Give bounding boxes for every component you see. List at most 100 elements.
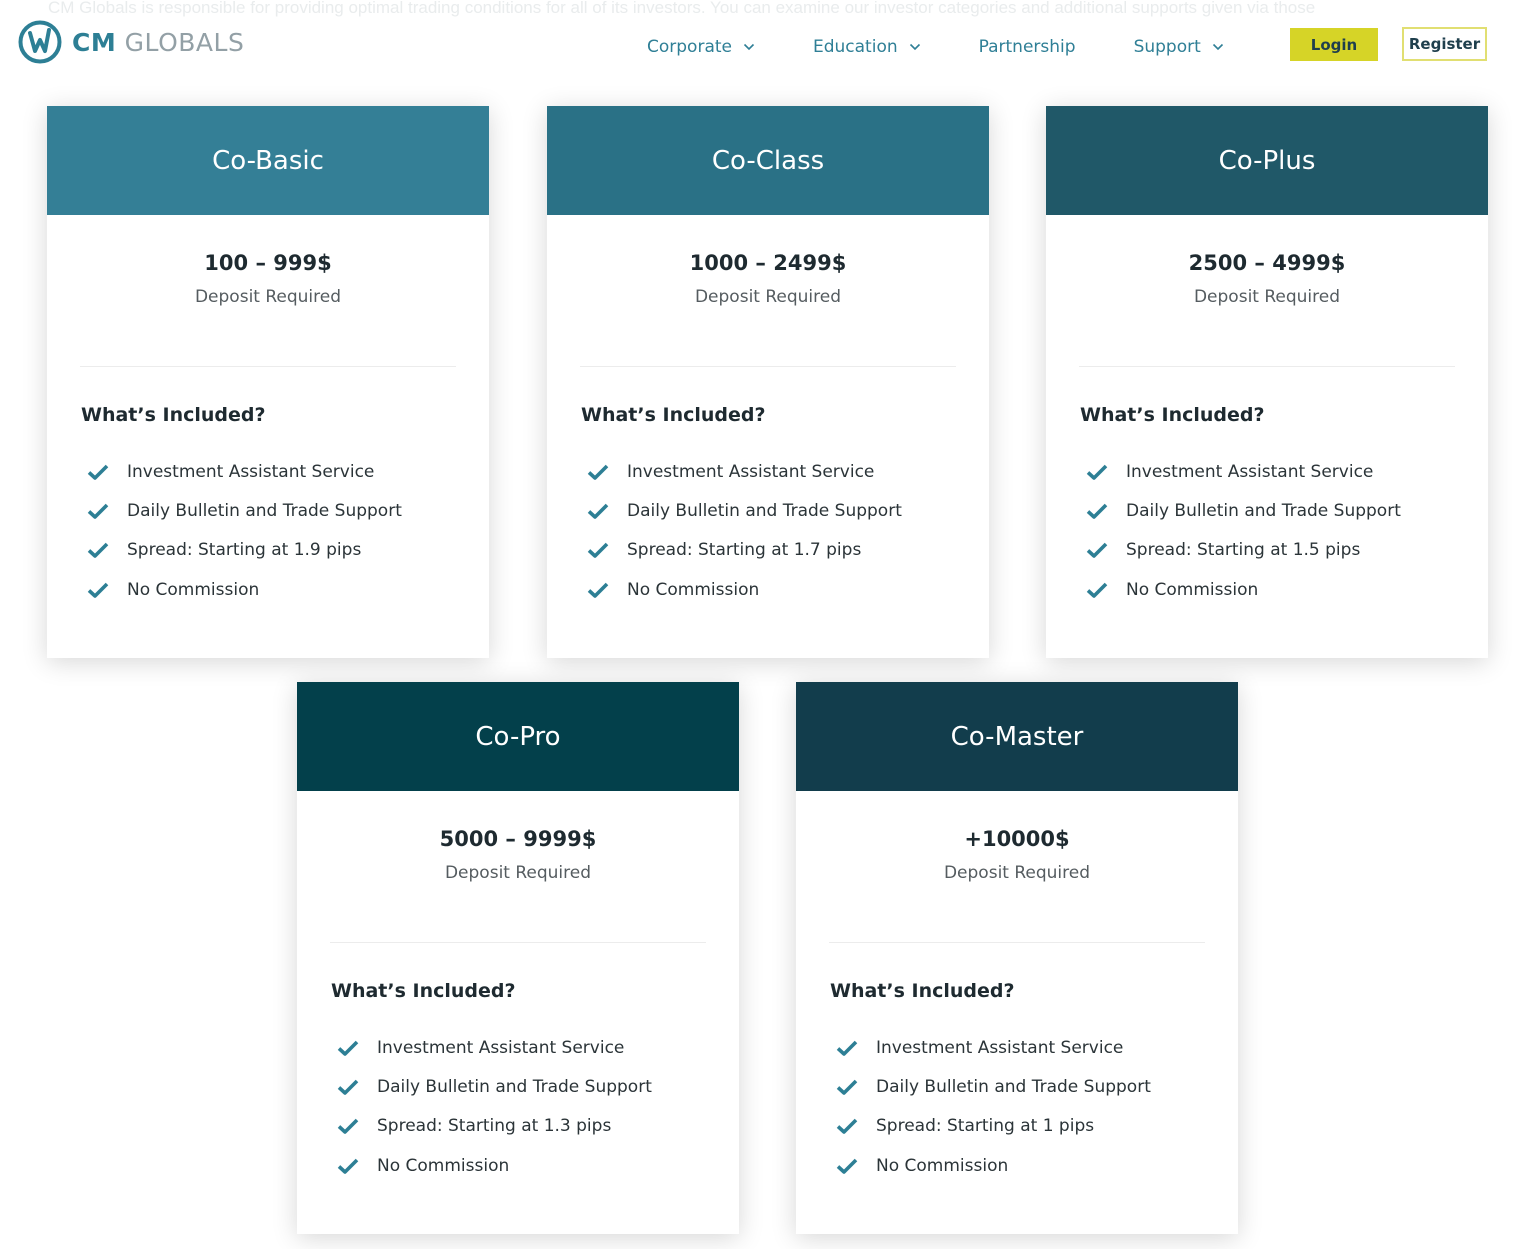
list-item: Spread: Starting at 1.5 pips [1086, 531, 1488, 570]
check-icon [337, 1079, 359, 1095]
list-item: Spread: Starting at 1 pips [836, 1107, 1238, 1146]
feature-text: Investment Assistant Service [876, 1037, 1124, 1058]
included-title: What’s Included? [830, 980, 1015, 1002]
plan-card-co-plus: Co-Plus 2500 – 4999$ Deposit Required Wh… [1046, 106, 1488, 658]
plan-price-label: Deposit Required [943, 863, 1091, 883]
plan-card-header: Co-Basic [47, 106, 489, 215]
check-icon [87, 464, 109, 480]
register-button[interactable]: Register [1402, 27, 1487, 61]
check-icon [87, 582, 109, 598]
list-item: Spread: Starting at 1.3 pips [337, 1107, 739, 1146]
nav-item-support[interactable]: Support [1134, 34, 1224, 60]
included-title: What’s Included? [1080, 404, 1265, 426]
plan-name: Co-Basic [212, 145, 324, 176]
plan-price: 2500 – 4999$ [1188, 251, 1346, 275]
chevron-down-icon [743, 43, 755, 51]
feature-text: Investment Assistant Service [377, 1037, 625, 1058]
check-icon [337, 1040, 359, 1056]
plan-card-co-master: Co-Master +10000$ Deposit Required What’… [796, 682, 1238, 1234]
plan-card-header: Co-Master [796, 682, 1238, 791]
feature-list: Investment Assistant Service Daily Bulle… [87, 452, 489, 609]
nav-item-partnership[interactable]: Partnership [979, 34, 1076, 60]
feature-text: Spread: Starting at 1.7 pips [627, 540, 862, 561]
logo-icon [18, 20, 62, 64]
check-icon [836, 1118, 858, 1135]
feature-list: Investment Assistant Service Daily Bulle… [587, 452, 989, 609]
plan-name: Co-Pro [475, 721, 561, 752]
feature-text: No Commission [627, 579, 760, 600]
site-header: CM GLOBALS Corporate Education Partnersh… [0, 0, 1533, 90]
feature-text: Spread: Starting at 1.3 pips [377, 1116, 612, 1137]
list-item: Investment Assistant Service [587, 452, 989, 491]
check-icon [337, 1118, 359, 1135]
divider [80, 366, 456, 367]
feature-text: Spread: Starting at 1.5 pips [1126, 540, 1361, 561]
feature-text: Spread: Starting at 1.9 pips [127, 540, 362, 561]
check-icon [1086, 582, 1108, 598]
divider [829, 942, 1205, 943]
feature-text: Daily Bulletin and Trade Support [127, 500, 402, 521]
list-item: Investment Assistant Service [836, 1028, 1238, 1067]
check-icon [836, 1040, 858, 1056]
plan-card-co-pro: Co-Pro 5000 – 9999$ Deposit Required Wha… [297, 682, 739, 1234]
list-item: Investment Assistant Service [87, 452, 489, 491]
plan-name: Co-Plus [1218, 145, 1316, 176]
plan-card-header: Co-Class [547, 106, 989, 215]
feature-text: Investment Assistant Service [127, 461, 375, 482]
feature-text: Daily Bulletin and Trade Support [876, 1076, 1151, 1097]
chevron-down-icon [1212, 43, 1223, 51]
feature-text: Spread: Starting at 1 pips [876, 1116, 1095, 1137]
check-icon [1086, 464, 1108, 480]
divider [580, 366, 956, 367]
included-title: What’s Included? [331, 980, 516, 1002]
divider [330, 942, 706, 943]
check-icon [836, 1079, 858, 1095]
nav-item-label: Corporate [647, 37, 732, 57]
main-nav: Corporate Education Partnership Support [647, 34, 1224, 60]
feature-text: No Commission [876, 1155, 1009, 1176]
nav-item-label: Partnership [978, 37, 1076, 57]
nav-item-corporate[interactable]: Corporate [647, 34, 755, 60]
plan-price-label: Deposit Required [1193, 287, 1341, 307]
check-icon [87, 503, 109, 519]
feature-list: Investment Assistant Service Daily Bulle… [337, 1028, 739, 1185]
plan-price: 1000 – 2499$ [689, 251, 847, 275]
feature-text: Daily Bulletin and Trade Support [1126, 500, 1401, 521]
chevron-down-icon [909, 43, 920, 51]
included-title: What’s Included? [581, 404, 766, 426]
check-icon [87, 542, 109, 559]
list-item: Spread: Starting at 1.7 pips [587, 531, 989, 570]
plan-price-label: Deposit Required [194, 287, 342, 307]
list-item: No Commission [587, 570, 989, 609]
feature-text: No Commission [377, 1155, 510, 1176]
login-button[interactable]: Login [1290, 28, 1378, 61]
plan-card-header: Co-Plus [1046, 106, 1488, 215]
check-icon [587, 542, 609, 559]
list-item: No Commission [1086, 570, 1488, 609]
feature-text: No Commission [127, 579, 260, 600]
feature-text: Daily Bulletin and Trade Support [377, 1076, 652, 1097]
divider [1079, 366, 1455, 367]
list-item: Daily Bulletin and Trade Support [337, 1067, 739, 1106]
check-icon [836, 1158, 858, 1174]
list-item: Investment Assistant Service [1086, 452, 1488, 491]
list-item: Daily Bulletin and Trade Support [87, 491, 489, 530]
check-icon [337, 1158, 359, 1174]
feature-list: Investment Assistant Service Daily Bulle… [1086, 452, 1488, 609]
plan-name: Co-Class [711, 145, 825, 176]
list-item: No Commission [836, 1146, 1238, 1185]
logo[interactable]: CM GLOBALS [18, 20, 244, 64]
plan-price: 100 – 999$ [204, 251, 332, 275]
plan-card-co-basic: Co-Basic 100 – 999$ Deposit Required Wha… [47, 106, 489, 658]
list-item: Daily Bulletin and Trade Support [1086, 491, 1488, 530]
nav-item-education[interactable]: Education [813, 34, 921, 60]
feature-text: Investment Assistant Service [627, 461, 875, 482]
plan-card-co-class: Co-Class 1000 – 2499$ Deposit Required W… [547, 106, 989, 658]
feature-text: Investment Assistant Service [1126, 461, 1374, 482]
plan-card-header: Co-Pro [297, 682, 739, 791]
included-title: What’s Included? [81, 404, 266, 426]
check-icon [1086, 542, 1108, 559]
check-icon [1086, 503, 1108, 519]
list-item: Daily Bulletin and Trade Support [836, 1067, 1238, 1106]
check-icon [587, 503, 609, 519]
